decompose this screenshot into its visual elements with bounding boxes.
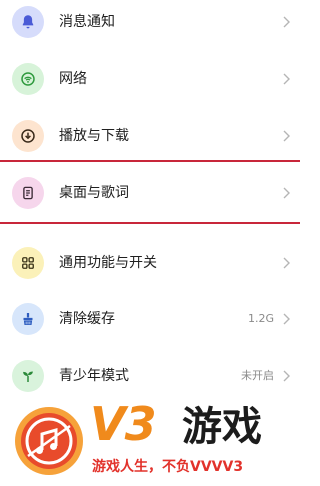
chevron-right-icon xyxy=(281,185,291,201)
settings-item-label: 播放与下载 xyxy=(59,128,129,144)
settings-item-notifications[interactable]: 消息通知 xyxy=(0,2,300,50)
sprout-icon xyxy=(12,360,44,392)
settings-item-label: 通用功能与开关 xyxy=(59,255,157,271)
settings-item-desktop-lyrics[interactable]: 桌面与歌词 xyxy=(0,173,300,221)
chevron-right-icon xyxy=(281,71,291,87)
watermark-slogan: 游戏人生，不负VVVV3 xyxy=(92,459,244,475)
settings-item-label: 桌面与歌词 xyxy=(59,185,129,201)
settings-list: 消息通知 网络 播放与下载 桌面与歌词 通用功能与开关 清除缓存 1.2G 青少… xyxy=(0,0,300,486)
chevron-right-icon xyxy=(281,255,291,271)
highlight-line-top xyxy=(0,160,300,162)
settings-item-playback-download[interactable]: 播放与下载 xyxy=(0,116,300,164)
settings-item-clear-cache[interactable]: 清除缓存 1.2G xyxy=(0,299,300,347)
highlight-line-bottom xyxy=(0,222,300,224)
settings-item-network[interactable]: 网络 xyxy=(0,59,300,107)
settings-item-label: 网络 xyxy=(59,71,87,87)
settings-item-label: 消息通知 xyxy=(59,14,115,30)
chevron-right-icon xyxy=(281,311,291,327)
chevron-right-icon xyxy=(281,128,291,144)
broom-icon xyxy=(12,303,44,335)
settings-item-label: 青少年模式 xyxy=(59,368,129,384)
download-icon xyxy=(12,120,44,152)
watermark-game-text: 游戏 xyxy=(182,404,262,450)
chevron-right-icon xyxy=(281,14,291,30)
lyrics-icon xyxy=(12,177,44,209)
wifi-icon xyxy=(12,63,44,95)
teen-mode-status: 未开启 xyxy=(241,369,274,382)
cache-size-value: 1.2G xyxy=(247,312,274,325)
bell-icon xyxy=(12,6,44,38)
settings-item-label: 清除缓存 xyxy=(59,311,115,327)
grid-icon xyxy=(12,247,44,279)
watermark-overlay: V3 游戏 游戏人生，不负VVVV3 xyxy=(0,396,300,486)
settings-item-general-switches[interactable]: 通用功能与开关 xyxy=(0,243,300,291)
watermark-brand: V3 xyxy=(90,397,157,451)
watermark-logo xyxy=(12,404,86,478)
chevron-right-icon xyxy=(281,368,291,384)
